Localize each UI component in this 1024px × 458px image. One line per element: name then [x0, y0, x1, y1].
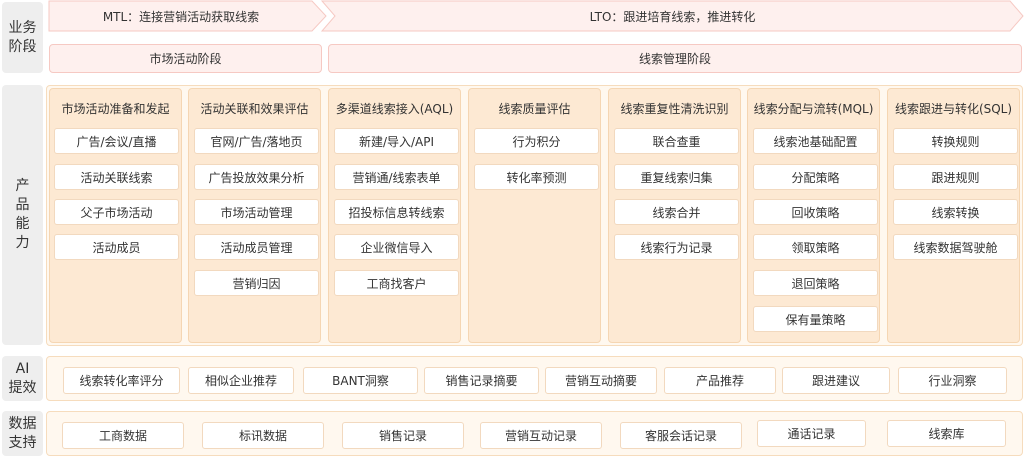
column-title: 线索分配与流转(MQL): [753, 102, 874, 116]
ai-item: 相似企业推荐: [188, 367, 294, 394]
column-title: 线索跟进与转化(SQL): [894, 102, 1013, 116]
capability-item: 官网/广告/落地页: [194, 128, 319, 154]
capability-item: 线索数据驾驶舱: [893, 234, 1018, 260]
data-item: 营销互动记录: [480, 422, 602, 449]
capability-item: 重复线索归集: [614, 164, 739, 190]
capability-item: 广告投放效果分析: [194, 164, 319, 190]
capability-item: 工商找客户: [334, 270, 459, 296]
capability-item: 广告/会议/直播: [54, 128, 179, 154]
capability-item: 新建/导入/API: [334, 128, 459, 154]
column-multichannel-aql: 多渠道线索接入(AQL) 新建/导入/API 营销通/线索表单 招投标信息转线索…: [328, 88, 461, 343]
row-label-line: 产: [15, 178, 30, 194]
column-assign-mql: 线索分配与流转(MQL) 线索池基础配置 分配策略 回收策略 领取策略 退回策略…: [747, 88, 880, 343]
column-dedup: 线索重复性清洗识别 联合查重 重复线索归集 线索合并 线索行为记录: [608, 88, 741, 343]
ai-item: 营销互动摘要: [545, 367, 657, 394]
row-label-line: 能: [15, 216, 30, 232]
data-item: 通话记录: [757, 420, 866, 447]
row-label-line: 业务: [8, 19, 37, 36]
row-label-line: 数据: [8, 415, 37, 432]
ai-item: 行业洞察: [898, 367, 1007, 394]
capability-item: 退回策略: [753, 270, 878, 296]
capability-item: 线索转换: [893, 199, 1018, 225]
ai-item: 产品推荐: [664, 367, 776, 394]
column-title: 线索质量评估: [498, 102, 571, 116]
capability-item: 父子市场活动: [54, 199, 179, 225]
capability-item: 招投标信息转线索: [334, 199, 459, 225]
ai-item: 销售记录摘要: [424, 367, 539, 394]
data-item: 标讯数据: [202, 422, 324, 449]
data-item: 销售记录: [342, 422, 464, 449]
capability-item: 转化率预测: [474, 164, 599, 190]
capability-item: 企业微信导入: [334, 234, 459, 260]
row-label-business-stage: 业务 阶段: [2, 2, 43, 73]
column-title: 市场活动准备和发起: [61, 102, 170, 116]
row-label-line: 力: [15, 235, 30, 251]
mtl-chevron-label: MTL：连接营销活动获取线索: [102, 10, 260, 24]
capability-item: 联合查重: [614, 128, 739, 154]
column-title: 多渠道线索接入(AQL): [335, 102, 454, 116]
capability-item: 分配策略: [753, 164, 878, 190]
stage-leads-management: 线索管理阶段: [328, 44, 1022, 73]
capability-item: 营销通/线索表单: [334, 164, 459, 190]
capability-item: 领取策略: [753, 234, 878, 260]
row-label-line: 提效: [8, 379, 37, 396]
data-item: 线索库: [887, 420, 1006, 447]
capability-item: 转换规则: [893, 128, 1018, 154]
ai-item: 线索转化率评分: [63, 367, 180, 394]
capability-item: 回收策略: [753, 199, 878, 225]
capability-item: 线索合并: [614, 199, 739, 225]
stage-market-activity: 市场活动阶段: [49, 44, 322, 73]
column-title: 线索重复性清洗识别: [620, 102, 729, 116]
capability-item: 活动成员: [54, 234, 179, 260]
ai-item: BANT洞察: [303, 367, 418, 394]
column-title: 活动关联和效果评估: [200, 102, 309, 116]
capability-item: 线索行为记录: [614, 234, 739, 260]
capability-item: 活动关联线索: [54, 164, 179, 190]
column-activity-eval: 活动关联和效果评估 官网/广告/落地页 广告投放效果分析 市场活动管理 活动成员…: [188, 88, 321, 343]
capability-item: 跟进规则: [893, 164, 1018, 190]
row-label-line: 支持: [8, 434, 37, 451]
lto-chevron-label: LTO：跟进培育线索，推进转化: [589, 10, 756, 24]
row-label-line: 阶段: [8, 38, 37, 55]
row-label-ai: AI 提效: [2, 356, 43, 401]
capability-item: 线索池基础配置: [753, 128, 878, 154]
capability-item: 营销归因: [194, 270, 319, 296]
column-quality-eval: 线索质量评估 行为积分 转化率预测: [468, 88, 601, 343]
row-label-product-capability: 产品能力: [2, 85, 43, 345]
column-activity-prep: 市场活动准备和发起 广告/会议/直播 活动关联线索 父子市场活动 活动成员: [49, 88, 182, 343]
row-label-line: 品: [15, 197, 30, 213]
capability-item: 行为积分: [474, 128, 599, 154]
data-item: 客服会话记录: [620, 422, 742, 449]
capability-item: 保有量策略: [753, 306, 878, 332]
row-label-data-support: 数据 支持: [2, 411, 43, 456]
data-item: 工商数据: [62, 422, 184, 449]
column-followup-sql: 线索跟进与转化(SQL) 转换规则 跟进规则 线索转换 线索数据驾驶舱: [887, 88, 1020, 343]
ai-item: 跟进建议: [782, 367, 890, 394]
row-label-line: AI: [15, 360, 30, 377]
capability-item: 活动成员管理: [194, 234, 319, 260]
capability-item: 市场活动管理: [194, 199, 319, 225]
